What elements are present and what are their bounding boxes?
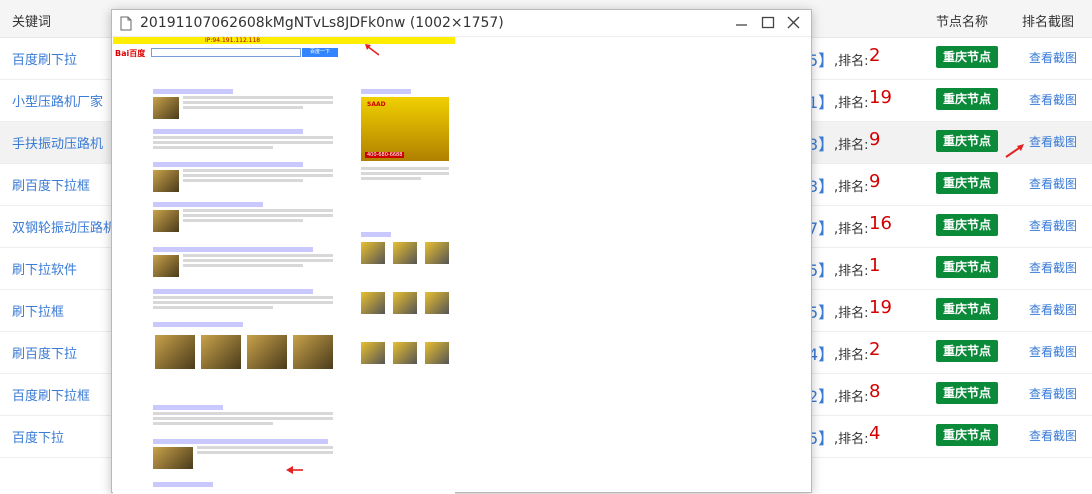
red-arrow-annotation-icon [1005, 144, 1024, 158]
node-button[interactable]: 重庆节点 [936, 130, 998, 152]
rank-label: ,排名: [834, 348, 869, 363]
window-title: 20191107062608kMgNTvLs8JDFk0nw (1002×175… [140, 15, 504, 31]
keyword-link[interactable]: 小型压路机厂家 [12, 91, 103, 110]
red-arrow-annotation-icon [286, 466, 303, 474]
rank-label: ,排名: [834, 222, 869, 237]
file-icon [120, 16, 132, 31]
header-keyword: 关键词 [12, 15, 52, 30]
view-screenshot-link[interactable]: 查看截图 [1029, 259, 1077, 276]
keyword-link[interactable]: 刷百度下拉 [12, 343, 77, 362]
rank-label: ,排名: [834, 432, 869, 447]
node-button[interactable]: 重庆节点 [936, 382, 998, 404]
rank-value: 9 [869, 129, 881, 150]
keyword-link[interactable]: 百度刷下拉框 [12, 385, 90, 404]
keyword-link[interactable]: 刷下拉框 [12, 301, 64, 320]
rank-value: 19 [869, 297, 892, 318]
rank-value: 1 [869, 255, 881, 276]
ad-banner: SAAD 400-680-6688 [361, 97, 449, 161]
rank-label: ,排名: [834, 96, 869, 111]
rank-value: 19 [869, 87, 892, 108]
info-bar: IP:94.191.112.118 [113, 37, 455, 44]
node-button[interactable]: 重庆节点 [936, 340, 998, 362]
rank-label: ,排名: [834, 390, 869, 405]
minimize-icon[interactable] [732, 14, 752, 32]
rank-label: ,排名: [834, 264, 869, 279]
keyword-link[interactable]: 双钢轮振动压路机 [12, 217, 116, 236]
node-button[interactable]: 重庆节点 [936, 46, 998, 68]
node-button[interactable]: 重庆节点 [936, 298, 998, 320]
rank-label: ,排名: [834, 180, 869, 195]
view-screenshot-link[interactable]: 查看截图 [1029, 343, 1077, 360]
rank-value: 9 [869, 171, 881, 192]
view-screenshot-link[interactable]: 查看截图 [1029, 91, 1077, 108]
baidu-search-box [151, 48, 301, 57]
header-node-name: 节点名称 [936, 15, 989, 30]
rank-label: ,排名: [834, 306, 869, 321]
view-screenshot-link[interactable]: 查看截图 [1029, 217, 1077, 234]
node-button[interactable]: 重庆节点 [936, 424, 998, 446]
keyword-link[interactable]: 刷下拉软件 [12, 259, 77, 278]
node-button[interactable]: 重庆节点 [936, 88, 998, 110]
rank-value: 8 [869, 381, 881, 402]
keyword-link[interactable]: 百度下拉 [12, 427, 64, 446]
rank-value: 4 [869, 423, 881, 444]
view-screenshot-link[interactable]: 查看截图 [1029, 175, 1077, 192]
keyword-link[interactable]: 百度刷下拉 [12, 49, 77, 68]
rank-value: 2 [869, 339, 881, 360]
keyword-link[interactable]: 刷百度下拉框 [12, 175, 90, 194]
baidu-logo: Bai百度 [115, 49, 146, 58]
rank-label: ,排名: [834, 138, 869, 153]
maximize-icon[interactable] [758, 14, 778, 32]
rank-value: 2 [869, 45, 881, 66]
node-button[interactable]: 重庆节点 [936, 172, 998, 194]
red-arrow-annotation-icon [365, 44, 380, 56]
view-screenshot-link[interactable]: 查看截图 [1029, 385, 1077, 402]
view-screenshot-link[interactable]: 查看截图 [1029, 301, 1077, 318]
image-viewer-window[interactable]: 20191107062608kMgNTvLs8JDFk0nw (1002×175… [111, 9, 812, 494]
baidu-search-button: 百度一下 [302, 48, 338, 57]
rank-value: 16 [869, 213, 892, 234]
baidu-header: Bai百度 百度一下 [113, 44, 455, 62]
view-screenshot-link[interactable]: 查看截图 [1029, 133, 1077, 150]
keyword-link[interactable]: 手扶振动压路机 [12, 133, 103, 152]
rank-label: ,排名: [834, 54, 869, 69]
header-rank-screenshot: 排名截图 [1022, 15, 1075, 30]
node-button[interactable]: 重庆节点 [936, 256, 998, 278]
close-icon[interactable] [784, 14, 804, 32]
screenshot-image: IP:94.191.112.118 Bai百度 百度一下 SAAD 400-68… [113, 37, 455, 494]
node-button[interactable]: 重庆节点 [936, 214, 998, 236]
window-titlebar[interactable]: 20191107062608kMgNTvLs8JDFk0nw (1002×175… [112, 10, 811, 37]
view-screenshot-link[interactable]: 查看截图 [1029, 49, 1077, 66]
view-screenshot-link[interactable]: 查看截图 [1029, 427, 1077, 444]
